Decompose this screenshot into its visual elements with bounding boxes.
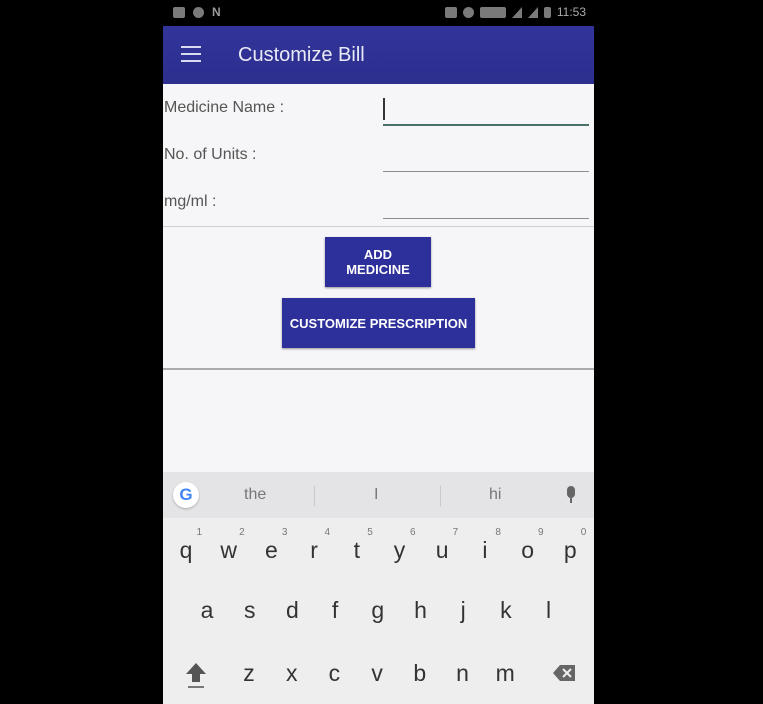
page-title: Customize Bill (238, 44, 365, 66)
key-label: y (393, 537, 406, 563)
suggestion-divider (440, 486, 441, 506)
customize-prescription-button[interactable]: CUSTOMIZE PRESCRIPTION (282, 298, 475, 348)
microphone-icon[interactable] (567, 486, 575, 503)
volte-icon (479, 6, 506, 18)
key-label: o (521, 537, 534, 563)
key-j[interactable]: j (443, 586, 483, 634)
key-f[interactable]: f (315, 586, 355, 634)
key-l[interactable]: l (529, 586, 569, 634)
key-m[interactable]: m (485, 649, 525, 697)
key-number-hint: 3 (281, 527, 288, 538)
key-t[interactable]: t5 (337, 526, 377, 574)
key-n[interactable]: n (443, 649, 483, 697)
key-x[interactable]: x (272, 649, 312, 697)
app-bar: Customize Bill (163, 26, 594, 84)
key-w[interactable]: w2 (209, 526, 249, 574)
suggestion-2[interactable]: I (374, 486, 378, 504)
medicine-name-row: Medicine Name : (163, 86, 594, 130)
key-e[interactable]: e3 (251, 526, 291, 574)
key-number-hint: 2 (239, 527, 245, 538)
key-label: i (482, 537, 488, 563)
key-c[interactable]: c (314, 649, 354, 697)
video-icon (173, 6, 185, 18)
add-medicine-button[interactable]: ADD MEDICINE (325, 237, 431, 287)
key-label: t (353, 537, 360, 563)
key-number-hint: 7 (452, 527, 459, 538)
text-cursor (383, 98, 385, 120)
key-number-hint: 6 (409, 527, 416, 538)
suggestion-strip: G the I hi (163, 472, 594, 518)
suggestion-1[interactable]: the (244, 486, 266, 504)
key-number-hint: 5 (367, 527, 373, 538)
content-divider (163, 368, 594, 370)
dose-label: mg/ml : (164, 193, 217, 210)
soft-keyboard: G the I hi q1w2e3r4t5y6u7i8o9p0 asdfghjk… (163, 472, 594, 704)
shift-icon (186, 663, 206, 688)
key-d[interactable]: d (272, 586, 312, 634)
key-k[interactable]: k (486, 586, 526, 634)
key-number-hint: 9 (538, 527, 544, 538)
dose-row: mg/ml : (163, 180, 594, 224)
shift-key[interactable] (175, 649, 217, 697)
suggestion-divider (314, 486, 315, 506)
network-label: N (212, 5, 221, 19)
key-z[interactable]: z (229, 649, 269, 697)
units-input[interactable] (383, 139, 589, 172)
key-b[interactable]: b (400, 649, 440, 697)
signal-icon (511, 6, 522, 18)
suggestion-3[interactable]: hi (489, 486, 501, 504)
google-icon[interactable]: G (173, 482, 199, 508)
key-label: w (220, 537, 237, 563)
backspace-icon (553, 665, 575, 681)
key-q[interactable]: q1 (166, 526, 206, 574)
key-label: q (179, 537, 193, 563)
key-label: u (435, 537, 449, 563)
wifi-icon (193, 6, 204, 18)
medicine-name-input[interactable] (383, 92, 589, 126)
battery-icon (543, 6, 551, 18)
key-v[interactable]: v (357, 649, 397, 697)
key-number-hint: 0 (580, 527, 587, 538)
section-divider (163, 226, 594, 227)
key-u[interactable]: u7 (422, 526, 462, 574)
alarm-icon (462, 6, 474, 18)
signal-2-icon (527, 6, 538, 18)
key-number-hint: 8 (495, 527, 501, 538)
key-label: p (563, 537, 577, 563)
key-i[interactable]: i8 (465, 526, 505, 574)
key-s[interactable]: s (230, 586, 270, 634)
key-h[interactable]: h (401, 586, 441, 634)
key-number-hint: 1 (196, 527, 202, 538)
key-o[interactable]: o9 (508, 526, 548, 574)
key-g[interactable]: g (358, 586, 398, 634)
nfc-icon (444, 6, 457, 18)
dose-input[interactable] (383, 186, 589, 219)
key-y[interactable]: y6 (380, 526, 420, 574)
units-row: No. of Units : (163, 133, 594, 177)
key-number-hint: 4 (324, 527, 331, 538)
phone-screen: N 11:53 Customize Bill Medicine Name : N… (163, 0, 594, 704)
menu-icon[interactable] (181, 46, 201, 62)
backspace-key[interactable] (541, 649, 583, 697)
status-bar: N 11:53 (163, 0, 594, 26)
key-a[interactable]: a (187, 586, 227, 634)
key-label: e (264, 537, 278, 563)
key-label: r (310, 537, 318, 563)
key-p[interactable]: p0 (550, 526, 590, 574)
status-time: 11:53 (556, 5, 586, 19)
units-label: No. of Units : (164, 146, 257, 163)
medicine-name-label: Medicine Name : (164, 99, 285, 116)
key-r[interactable]: r4 (294, 526, 334, 574)
